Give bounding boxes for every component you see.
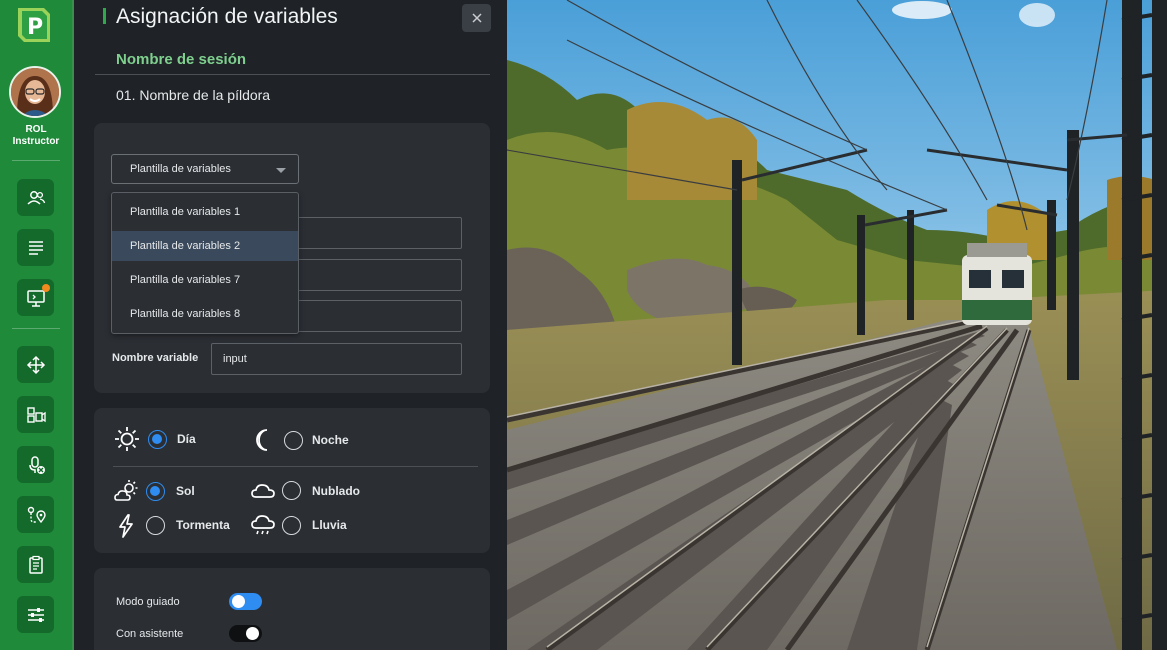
template-dropdown: Plantilla de variables 1 Plantilla de va… <box>111 192 299 334</box>
dropdown-option-selected[interactable]: Plantilla de variables 2 <box>112 231 298 261</box>
pill-name: 01. Nombre de la píldora <box>116 87 271 103</box>
sun-cloud-icon <box>111 477 141 507</box>
toggle-knob <box>232 595 245 608</box>
sliders-icon <box>27 607 44 622</box>
variable-name-label: Nombre variable <box>112 352 199 364</box>
close-button[interactable] <box>462 4 491 32</box>
railway-scene-image <box>507 0 1167 650</box>
variable-name-input[interactable]: input <box>211 343 462 375</box>
rail-divider <box>12 328 60 329</box>
camera-views-button[interactable] <box>17 396 54 433</box>
sidebar: P ROL Instructor <box>0 0 72 650</box>
moon-icon <box>248 425 278 455</box>
lightning-icon <box>111 511 141 541</box>
guided-mode-toggle[interactable] <box>229 593 262 610</box>
move-button[interactable] <box>17 346 54 383</box>
p-logo-icon[interactable]: P <box>14 4 56 46</box>
chevron-down-icon <box>276 168 286 173</box>
dia-label: Día <box>177 432 196 446</box>
assistant-label: Con asistente <box>116 628 184 640</box>
conditions-divider <box>113 466 478 467</box>
list-button[interactable] <box>17 229 54 266</box>
checklist-icon <box>28 555 43 574</box>
role-line1: ROL <box>25 124 47 135</box>
list-icon <box>28 240 43 255</box>
users-icon <box>26 190 45 205</box>
sliders-button[interactable] <box>17 596 54 633</box>
title-accent <box>103 8 106 24</box>
toggle-knob <box>246 627 259 640</box>
radio-tormenta[interactable] <box>146 516 165 535</box>
nublado-label: Nublado <box>312 484 360 498</box>
radio-sol[interactable] <box>146 482 165 501</box>
checklist-button[interactable] <box>17 546 54 583</box>
page-title: Asignación de variables <box>116 5 338 28</box>
radio-lluvia[interactable] <box>282 516 301 535</box>
cloud-icon <box>248 476 278 506</box>
guided-mode-label: Modo guiado <box>116 596 180 608</box>
rain-icon <box>248 510 278 540</box>
session-divider <box>95 74 490 75</box>
noche-label: Noche <box>312 433 349 447</box>
route-button[interactable] <box>17 496 54 533</box>
panel-edge <box>72 0 74 650</box>
rail-divider <box>12 160 60 161</box>
dropdown-option[interactable]: Plantilla de variables 8 <box>112 299 298 329</box>
assistant-toggle[interactable] <box>229 625 262 642</box>
radio-nublado[interactable] <box>282 481 301 500</box>
dropdown-option[interactable]: Plantilla de variables 1 <box>112 197 298 227</box>
notification-dot <box>42 284 50 292</box>
svg-text:P: P <box>27 15 43 40</box>
lluvia-label: Lluvia <box>312 518 347 532</box>
role-label: ROL Instructor <box>0 124 72 148</box>
sun-icon <box>112 424 142 454</box>
tormenta-label: Tormenta <box>176 518 230 532</box>
template-select[interactable]: Plantilla de variables <box>111 154 299 184</box>
route-icon <box>27 506 46 523</box>
move-icon <box>26 355 45 374</box>
camera-views-icon <box>26 406 46 423</box>
monitor-button[interactable] <box>17 279 54 316</box>
radio-dia[interactable] <box>148 430 167 449</box>
template-select-label: Plantilla de variables <box>130 163 231 175</box>
role-line2: Instructor <box>12 136 60 147</box>
users-button[interactable] <box>17 179 54 216</box>
mic-off-icon <box>28 455 45 474</box>
radio-noche[interactable] <box>284 431 303 450</box>
sol-label: Sol <box>176 484 195 498</box>
mic-off-button[interactable] <box>17 446 54 483</box>
avatar[interactable] <box>9 66 61 118</box>
dropdown-option[interactable]: Plantilla de variables 7 <box>112 265 298 295</box>
close-icon <box>471 13 482 23</box>
session-name-label: Nombre de sesión <box>116 51 247 68</box>
simulator-viewport[interactable] <box>507 0 1167 650</box>
